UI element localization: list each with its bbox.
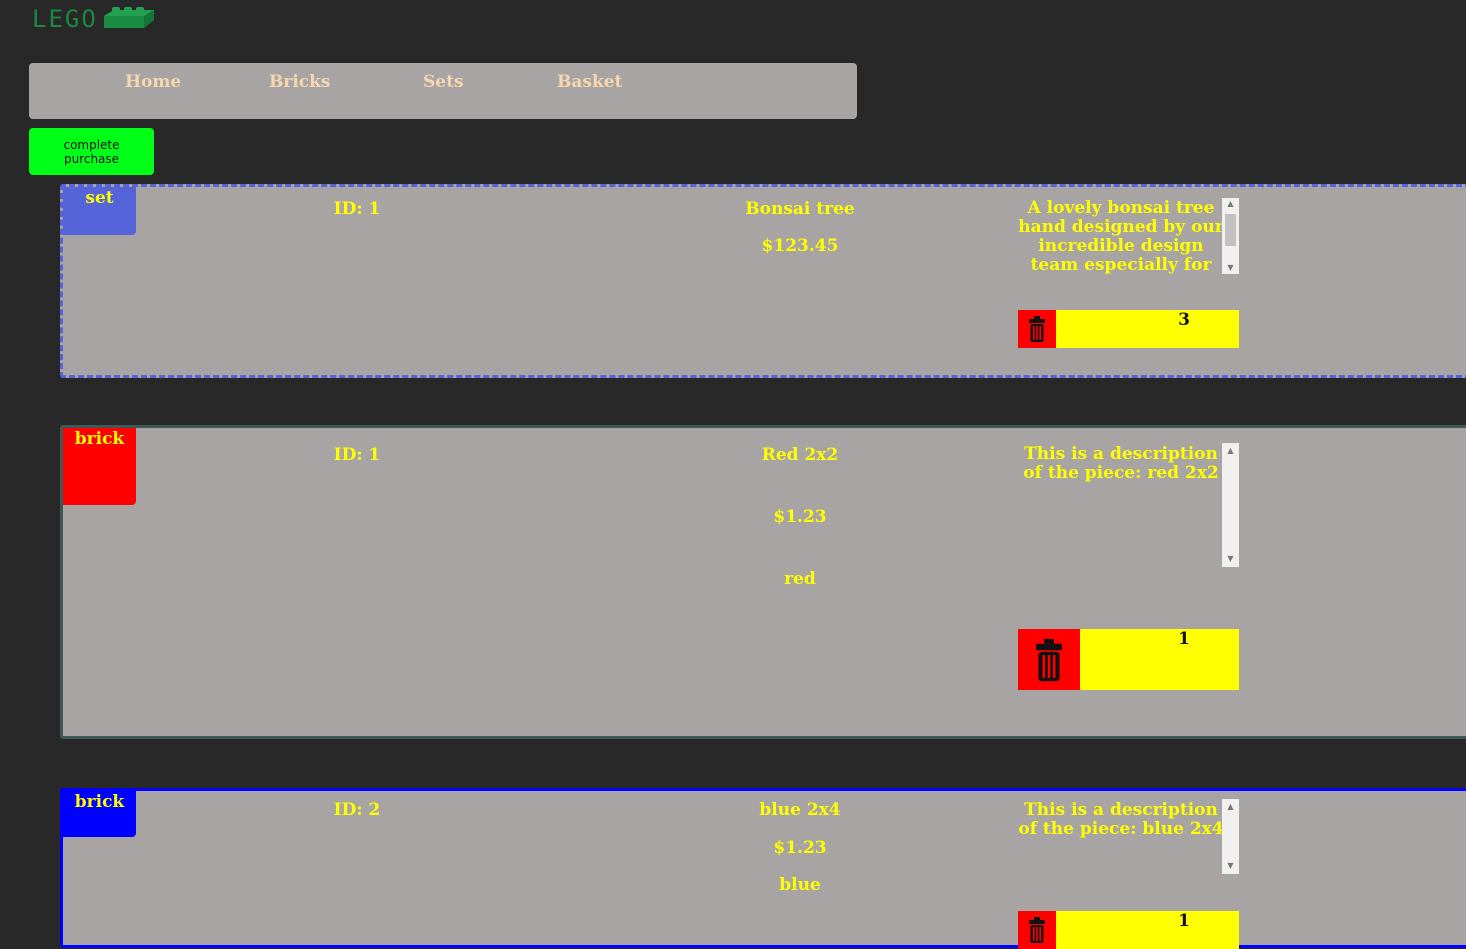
item-colour: blue [779, 875, 821, 895]
scroll-up-icon[interactable]: ▲ [1222, 801, 1239, 813]
item-description-box[interactable]: This is a description of the piece: blue… [1018, 799, 1239, 874]
item-description: A lovely bonsai tree hand designed by ou… [1018, 198, 1224, 275]
quantity-row: 1 [1018, 911, 1239, 949]
item-quantity: 1 [1178, 911, 1190, 931]
item-name: blue 2x4 [759, 800, 841, 820]
logo-text: LEGO [32, 5, 98, 33]
item-name: Bonsai tree [745, 199, 855, 219]
quantity-row: 1 [1018, 629, 1239, 690]
delete-item-button[interactable] [1018, 310, 1056, 348]
item-price: $123.45 [761, 236, 839, 256]
scroll-up-icon[interactable]: ▲ [1222, 198, 1239, 210]
item-type-badge: brick [63, 791, 136, 837]
item-price: $1.23 [773, 507, 827, 527]
lego-logo[interactable]: LEGO [32, 4, 156, 34]
nav-basket[interactable]: Basket [557, 72, 622, 92]
basket-item-card: set ID: 1 Bonsai tree $123.45 A lovely b… [60, 184, 1466, 378]
delete-item-button[interactable] [1018, 629, 1080, 690]
item-id: ID: 2 [333, 800, 381, 820]
description-scrollbar[interactable]: ▲ ▼ [1222, 198, 1239, 274]
lego-brick-icon [103, 7, 154, 28]
item-type-badge: set [63, 187, 136, 235]
item-id: ID: 1 [333, 199, 381, 219]
trash-icon [1029, 917, 1045, 943]
nav-bricks[interactable]: Bricks [269, 72, 330, 92]
item-quantity: 3 [1178, 310, 1190, 330]
item-quantity: 1 [1178, 629, 1190, 649]
item-description: This is a description of the piece: red … [1023, 444, 1219, 483]
description-scrollbar[interactable]: ▲ ▼ [1222, 799, 1239, 874]
nav-sets[interactable]: Sets [423, 72, 464, 92]
scroll-down-icon[interactable]: ▼ [1222, 553, 1239, 565]
item-name: Red 2x2 [761, 445, 839, 465]
item-description-box[interactable]: A lovely bonsai tree hand designed by ou… [1018, 198, 1239, 274]
item-id: ID: 1 [333, 445, 381, 465]
description-scrollbar[interactable]: ▲ ▼ [1222, 443, 1239, 567]
item-colour: red [784, 569, 816, 589]
delete-item-button[interactable] [1018, 911, 1056, 949]
item-price: $1.23 [773, 838, 827, 858]
basket-item-card: brick ID: 1 Red 2x2 $1.23 red This is a … [60, 425, 1466, 739]
item-description: This is a description of the piece: blue… [1018, 800, 1224, 839]
item-description-box[interactable]: This is a description of the piece: red … [1018, 443, 1239, 567]
scroll-down-icon[interactable]: ▼ [1222, 262, 1239, 274]
nav-home[interactable]: Home [125, 72, 181, 92]
trash-icon [1029, 316, 1045, 342]
complete-purchase-button[interactable]: complete purchase [29, 128, 154, 175]
basket-item-card: brick ID: 2 blue 2x4 $1.23 blue This is … [60, 788, 1466, 949]
main-navbar: Home Bricks Sets Basket [29, 63, 857, 119]
item-type-badge: brick [63, 428, 136, 505]
scroll-down-icon[interactable]: ▼ [1222, 860, 1239, 872]
trash-icon [1036, 638, 1062, 681]
scroll-up-icon[interactable]: ▲ [1222, 445, 1239, 457]
quantity-row: 3 [1018, 310, 1239, 348]
scroll-thumb[interactable] [1225, 214, 1236, 246]
